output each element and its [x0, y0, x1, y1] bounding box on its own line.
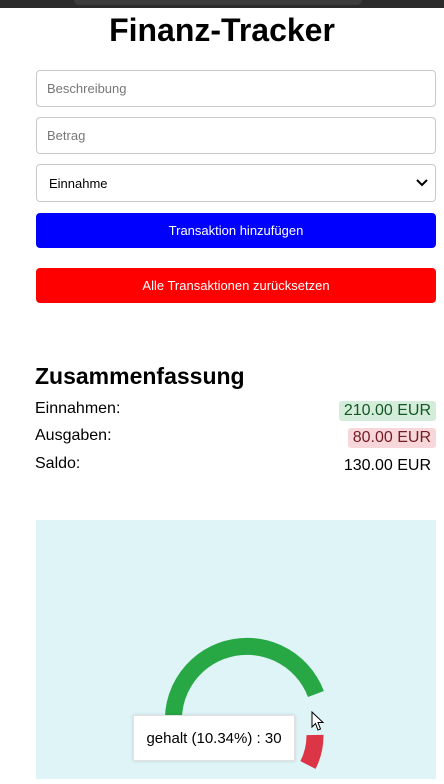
reset-transactions-button[interactable]: Alle Transaktionen zurücksetzen	[36, 268, 436, 303]
expenses-label: Ausgaben:	[35, 427, 112, 444]
summary-row-expenses: Ausgaben: 80.00 EUR	[35, 427, 436, 449]
chevron-down-icon	[416, 179, 428, 187]
summary-title: Zusammenfassung	[35, 363, 245, 389]
expenses-value: 80.00 EUR	[347, 428, 436, 448]
type-select-value: Einnahme	[49, 176, 108, 191]
chart-segment-expense[interactable]	[300, 734, 324, 769]
summary-row-balance: Saldo: 130.00 EUR	[35, 455, 436, 477]
income-label: Einnahmen:	[35, 400, 121, 417]
browser-tab-edge	[74, 0, 362, 5]
balance-value: 130.00 EUR	[343, 457, 431, 474]
description-input[interactable]	[36, 70, 436, 107]
balance-label: Saldo:	[35, 455, 81, 472]
type-select[interactable]: Einnahme	[36, 164, 436, 202]
pointer-cursor-icon	[311, 711, 325, 731]
chart-tooltip: gehalt (10.34%) : 30	[133, 715, 295, 761]
browser-top-strip	[0, 0, 444, 8]
page-title: Finanz-Tracker	[109, 12, 335, 48]
add-transaction-button[interactable]: Transaktion hinzufügen	[36, 213, 436, 248]
summary-row-income: Einnahmen: 210.00 EUR	[35, 400, 436, 422]
income-value: 210.00 EUR	[338, 401, 436, 421]
amount-input[interactable]	[36, 117, 436, 154]
